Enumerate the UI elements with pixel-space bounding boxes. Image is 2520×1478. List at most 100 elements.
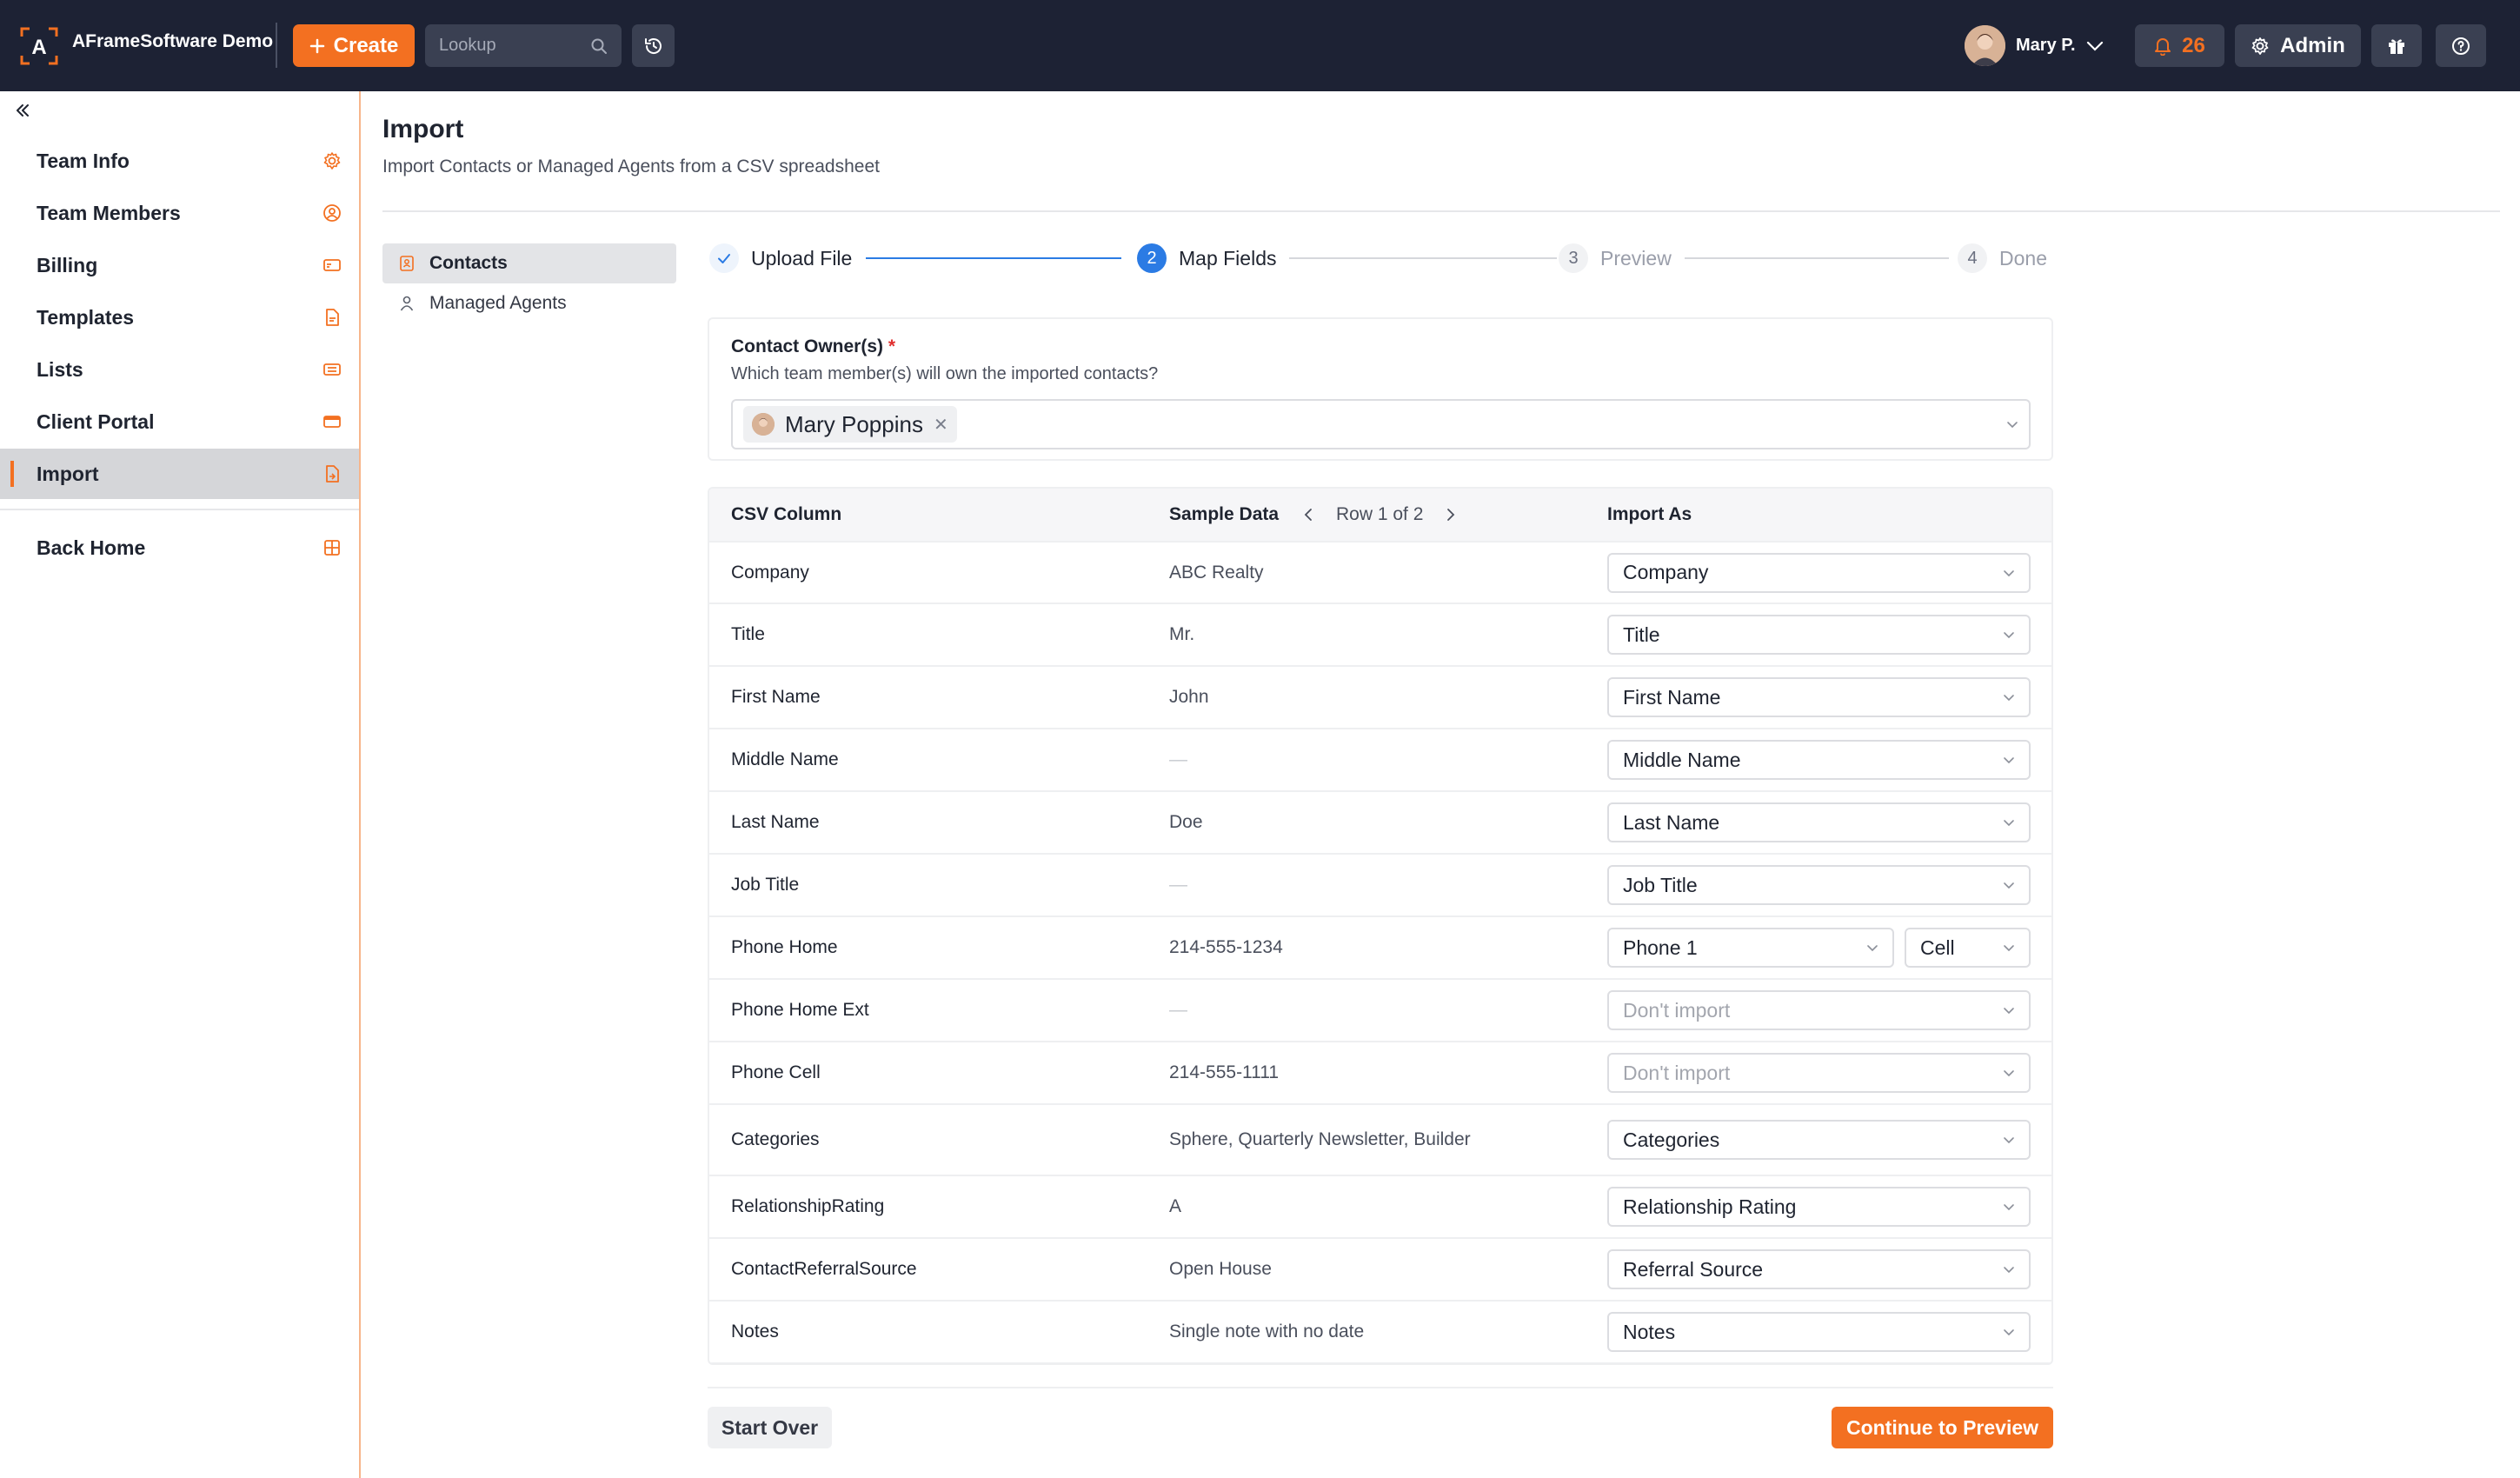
contact-owner-label-text: Contact Owner(s) [731, 336, 884, 356]
csv-column-name: RelationshipRating [731, 1196, 885, 1216]
import-as-select[interactable]: Don't import [1607, 990, 2031, 1030]
import-as-select[interactable]: Middle Name [1607, 740, 2031, 780]
contact-owner-select[interactable]: Mary Poppins ✕ [731, 399, 2031, 449]
chevron-down-icon [2086, 41, 2103, 51]
subnav-contacts[interactable]: Contacts [382, 243, 676, 283]
header-sample-data: Sample Data [1169, 504, 1280, 524]
import-as-select[interactable]: Don't import [1607, 1053, 2031, 1093]
import-as-select[interactable]: Title [1607, 615, 2031, 655]
import-as-select[interactable]: Phone 1 [1607, 928, 1894, 968]
admin-label: Admin [2280, 33, 2345, 57]
step-connector [1289, 257, 1557, 259]
table-row: RelationshipRating A Relationship Rating [709, 1176, 2051, 1239]
sample-value: 214-555-1111 [1169, 1062, 1280, 1082]
phone-type-select[interactable]: Cell [1905, 928, 2031, 968]
chevron-right-icon[interactable] [1446, 507, 1456, 523]
import-as-select[interactable]: Categories [1607, 1120, 2031, 1160]
subnav-managed-agents[interactable]: Managed Agents [382, 283, 676, 323]
portal-icon [323, 416, 341, 428]
import-stepper: Upload File 2 Map Fields 3 Preview 4 Don… [709, 243, 2052, 273]
create-label: Create [333, 33, 399, 57]
admin-button[interactable]: Admin [2235, 24, 2361, 67]
remove-chip-icon[interactable]: ✕ [934, 414, 948, 436]
sidebar-item-import[interactable]: Import [0, 449, 359, 499]
aframe-logo-icon[interactable]: A [19, 26, 59, 66]
import-as-select[interactable]: Relationship Rating [1607, 1187, 2031, 1227]
sample-value: A [1169, 1196, 1182, 1216]
sample-value: Sphere, Quarterly Newsletter, Builder [1169, 1129, 1471, 1149]
sample-value: John [1169, 687, 1209, 707]
step-connector [1685, 257, 1949, 259]
chevron-down-icon [2004, 882, 2014, 889]
gift-button[interactable] [2371, 24, 2422, 67]
csv-column-name: Phone Cell [731, 1062, 821, 1082]
sample-value: — [1169, 749, 1187, 769]
contact-owner-label: Contact Owner(s) * [731, 336, 895, 357]
csv-column-name: Job Title [731, 875, 800, 895]
import-as-select[interactable]: Last Name [1607, 802, 2031, 842]
create-button[interactable]: Create [293, 24, 415, 67]
step-done: 4 Done [1958, 243, 2047, 273]
help-button[interactable] [2436, 24, 2486, 67]
avatar [752, 413, 775, 436]
import-as-value: Don't import [1623, 998, 1731, 1022]
chevron-left-icon[interactable] [1303, 507, 1313, 523]
import-as-value: Last Name [1623, 810, 1720, 834]
user-menu[interactable]: Mary P. [1965, 24, 2104, 67]
sidebar-item-lists[interactable]: Lists [0, 344, 359, 395]
avatar [1965, 25, 2005, 66]
contact-owner-card: Contact Owner(s) * Which team member(s) … [708, 317, 2053, 461]
plus-icon [309, 38, 324, 53]
sidebar-item-team-members[interactable]: Team Members [0, 188, 359, 238]
import-as-value: Notes [1623, 1320, 1676, 1343]
csv-column-name: Last Name [731, 812, 820, 832]
lookup-input[interactable]: Lookup [425, 24, 622, 67]
table-row: Middle Name — Middle Name [709, 729, 2051, 792]
table-row: Phone Home 214-555-1234 Phone 1 Cell [709, 917, 2051, 980]
step-label: Preview [1600, 246, 1672, 270]
page-subtitle: Import Contacts or Managed Agents from a… [382, 156, 880, 176]
sidebar-item-label: Billing [37, 253, 98, 276]
chevron-down-icon [2004, 1070, 2014, 1077]
sidebar-item-billing[interactable]: Billing [0, 240, 359, 290]
chevron-down-icon [2004, 1204, 2014, 1211]
import-as-value: First Name [1623, 685, 1721, 709]
step-connector [866, 257, 1121, 259]
import-as-select[interactable]: Notes [1607, 1312, 2031, 1352]
sidebar-item-back-home[interactable]: Back Home [0, 523, 359, 573]
table-header: CSV Column Sample Data Row 1 of 2 Import… [709, 489, 2051, 543]
top-divider [276, 23, 277, 68]
import-as-select[interactable]: Company [1607, 552, 2031, 593]
notifications-button[interactable]: 26 [2135, 24, 2224, 67]
import-as-select[interactable]: Referral Source [1607, 1249, 2031, 1289]
brand-name: AFrameSoftware Demo [72, 31, 274, 51]
user-name: Mary P. [2016, 36, 2076, 55]
table-row: ContactReferralSource Open House Referral … [709, 1239, 2051, 1302]
csv-column-name: ContactReferralSource [731, 1259, 917, 1279]
step-done-marker [709, 243, 739, 273]
import-as-value: Referral Source [1623, 1257, 1764, 1281]
csv-column-name: Notes [731, 1322, 779, 1342]
header-import-as: Import As [1607, 504, 1692, 524]
history-button[interactable] [632, 24, 675, 67]
import-type-nav: Contacts Managed Agents [382, 243, 676, 323]
file-import-icon [326, 465, 339, 483]
sidebar-divider [0, 509, 359, 510]
step-number: 4 [1958, 243, 1987, 273]
csv-column-name: Phone Home Ext [731, 1000, 869, 1020]
import-as-value: Phone 1 [1623, 935, 1698, 959]
import-as-value: Categories [1623, 1128, 1720, 1151]
continue-to-preview-button[interactable]: Continue to Preview [1832, 1407, 2053, 1448]
start-over-button[interactable]: Start Over [708, 1407, 832, 1448]
collapse-sidebar-icon[interactable] [12, 100, 33, 121]
sidebar-item-templates[interactable]: Templates [0, 292, 359, 343]
bell-icon [2155, 37, 2171, 56]
sidebar-item-client-portal[interactable]: Client Portal [0, 396, 359, 447]
chevron-down-icon [2004, 820, 2014, 827]
csv-column-name: First Name [731, 687, 821, 707]
import-as-select[interactable]: First Name [1607, 677, 2031, 717]
chevron-down-icon [2004, 569, 2014, 576]
sidebar-item-team-info[interactable]: Team Info [0, 136, 359, 186]
import-as-select[interactable]: Job Title [1607, 865, 2031, 905]
import-as-value: Middle Name [1623, 748, 1741, 771]
